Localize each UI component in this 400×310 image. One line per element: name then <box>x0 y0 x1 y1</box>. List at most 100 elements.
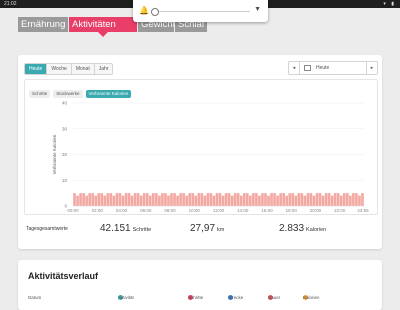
calorie-bar <box>267 195 270 206</box>
calorie-bar <box>127 193 131 206</box>
calorie-bar <box>152 193 155 206</box>
calorie-bar <box>194 195 198 206</box>
calorie-bar <box>124 193 128 206</box>
period-selector: Heute Woche Monat Jahr <box>24 63 114 75</box>
period-woche[interactable]: Woche <box>47 64 72 74</box>
calorie-bar <box>339 195 343 206</box>
calorie-bar <box>324 193 328 206</box>
activity-history-card: Aktivitätsverlauf Datum Aktivität Schrit… <box>18 260 382 310</box>
bell-icon: 🔔 <box>139 6 149 15</box>
calorie-bar <box>167 195 170 206</box>
total-distance-unit: km <box>217 227 225 233</box>
calorie-bar <box>197 193 201 206</box>
calorie-bar <box>191 193 195 206</box>
calorie-bar <box>315 193 319 206</box>
total-calories-value: 2.833 <box>279 223 305 234</box>
calorie-bar <box>82 193 85 206</box>
col-aktivitaet-label: Aktivität <box>118 295 134 300</box>
x-tick-label: 20:00 <box>310 208 322 213</box>
calorie-bar <box>336 193 340 206</box>
calorie-bar <box>321 195 325 206</box>
volume-slider-track[interactable] <box>155 11 250 12</box>
calorie-bar <box>358 195 361 206</box>
calorie-bar <box>318 193 322 206</box>
calorie-bar <box>200 193 204 206</box>
calorie-bar <box>173 193 176 206</box>
y-axis-label: Verbrannte Kalorien <box>52 134 57 174</box>
calorie-bar <box>303 195 307 206</box>
calorie-bar <box>88 193 91 206</box>
calorie-bar <box>249 195 252 206</box>
period-monat[interactable]: Monat <box>71 64 95 74</box>
calorie-bar <box>97 193 101 206</box>
total-calories: 2.833 Kalorien <box>279 223 326 234</box>
calorie-bar <box>118 193 122 206</box>
calorie-bar <box>79 193 82 206</box>
calorie-bar <box>306 193 310 206</box>
calorie-bar <box>94 195 98 206</box>
totals-label: Tagesgesamtwerte <box>26 226 68 232</box>
daily-totals: Tagesgesamtwerte 42.151 Schritte 27,97 km … <box>24 221 376 239</box>
chevron-down-icon[interactable]: ▼ <box>254 6 261 13</box>
calorie-bar <box>203 195 207 206</box>
tab-ernaehrung[interactable]: Ernährung <box>18 17 68 32</box>
calorie-bar <box>236 193 240 206</box>
calorie-bar <box>276 195 279 206</box>
calorie-bar <box>100 193 104 206</box>
calorie-bar <box>76 195 79 206</box>
history-title: Aktivitätsverlauf <box>28 271 99 281</box>
calorie-bar <box>158 195 161 206</box>
calorie-bar <box>212 195 216 206</box>
calorie-bar <box>188 193 192 206</box>
y-tick-label: 10 <box>62 178 68 183</box>
calorie-bar <box>242 193 246 206</box>
calorie-bar <box>291 193 295 206</box>
chart-panel: Schritte Stockwerke Verbrannte Kalorien … <box>24 79 378 215</box>
tab-aktivitaeten[interactable]: Aktivitäten <box>69 17 137 37</box>
calorie-bar <box>346 193 349 206</box>
calorie-bar <box>333 193 337 206</box>
x-tick-label: 18:00 <box>286 208 298 213</box>
x-tick-label: 06:00 <box>140 208 152 213</box>
total-calories-unit: Kalorien <box>306 227 327 233</box>
period-jahr[interactable]: Jahr <box>94 64 113 74</box>
calorie-bar <box>218 193 222 206</box>
calorie-bar <box>261 193 264 206</box>
total-distance-value: 27,97 <box>190 223 216 234</box>
x-tick-label: 02:00 <box>92 208 104 213</box>
calorie-bar <box>245 193 249 206</box>
calorie-bar <box>279 193 282 206</box>
x-tick-label: 22:00 <box>334 208 346 213</box>
calorie-bar <box>270 193 273 206</box>
date-field[interactable]: Heute <box>299 62 367 74</box>
next-date-button[interactable]: ▸ <box>367 62 377 74</box>
period-heute[interactable]: Heute <box>25 64 48 74</box>
calorie-bar <box>179 193 182 206</box>
calorie-bar <box>109 193 113 206</box>
total-distance: 27,97 km <box>190 223 224 234</box>
total-steps-value: 42.151 <box>100 223 131 234</box>
calorie-bar <box>142 193 146 206</box>
calorie-bar <box>73 193 76 206</box>
calorie-bar <box>136 193 140 206</box>
volume-panel: 🔔 ▼ <box>133 0 268 22</box>
calorie-bar <box>145 193 149 206</box>
col-datum: Datum <box>28 295 42 300</box>
calorie-bar <box>215 193 219 206</box>
calorie-bar <box>349 195 352 206</box>
calorie-bar <box>309 193 313 206</box>
calorie-bar <box>170 193 173 206</box>
volume-slider-thumb[interactable] <box>151 8 159 16</box>
calorie-bar <box>300 193 304 206</box>
calorie-bar <box>352 193 355 206</box>
x-tick-label: 00:00 <box>67 208 79 213</box>
calorie-bar <box>330 195 334 206</box>
calorie-bar <box>294 195 298 206</box>
activity-card: Heute Woche Monat Jahr ◂ Heute ▸ Schritt… <box>18 55 382 249</box>
prev-date-button[interactable]: ◂ <box>289 62 299 74</box>
col-dauer-label: Dauer <box>268 295 281 300</box>
calorie-bar <box>355 193 358 206</box>
calorie-bar <box>91 193 95 206</box>
calorie-bar <box>130 195 134 206</box>
calorie-bar <box>206 193 210 206</box>
